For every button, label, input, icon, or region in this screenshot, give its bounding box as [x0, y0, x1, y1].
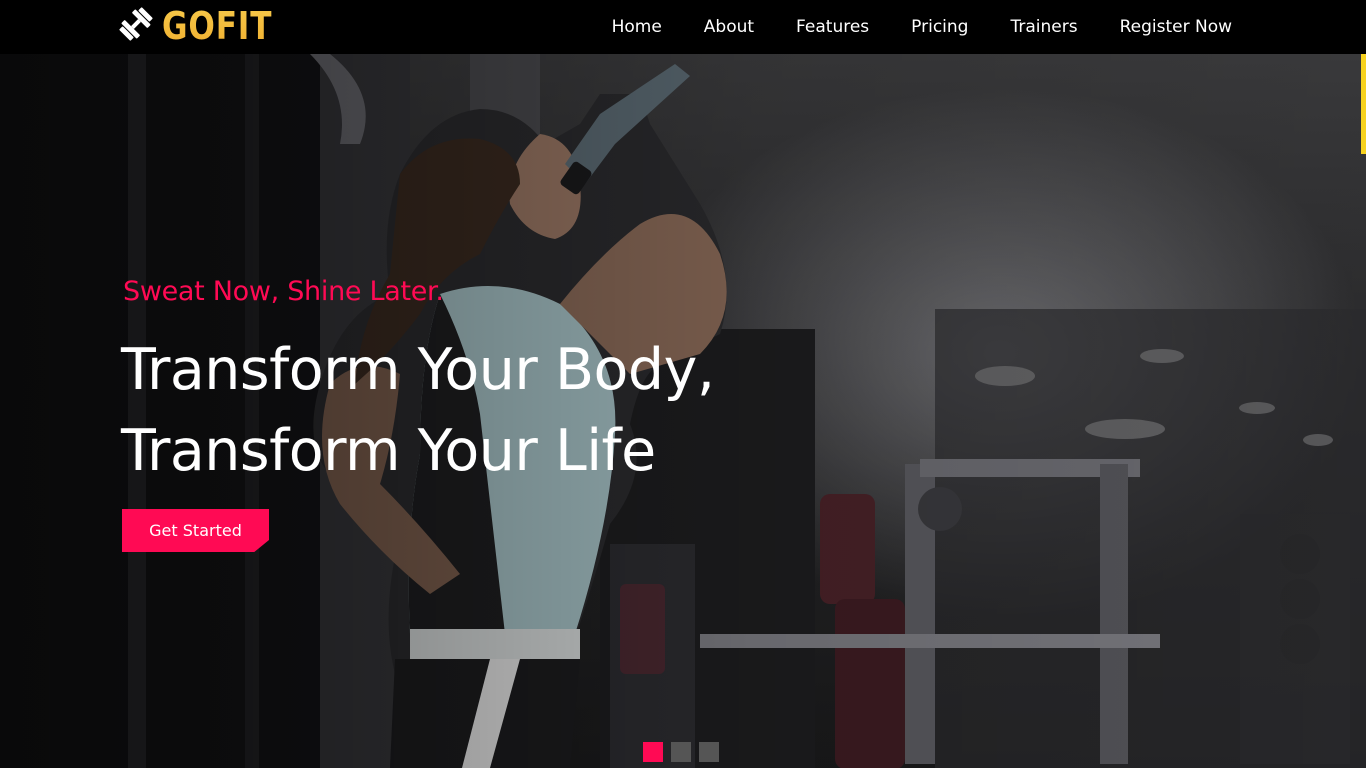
logo[interactable]: GOFIT — [116, 6, 297, 46]
nav-home[interactable]: Home — [612, 17, 662, 37]
scrollbar-accent — [1361, 54, 1366, 154]
hero-tagline: Sweat Now, Shine Later. — [123, 276, 444, 307]
nav-register-now[interactable]: Register Now — [1120, 17, 1232, 37]
nav-about[interactable]: About — [704, 17, 754, 37]
nav-trainers[interactable]: Trainers — [1010, 17, 1077, 37]
carousel-indicators — [643, 742, 719, 762]
carousel-indicator-1[interactable] — [643, 742, 663, 762]
navbar: GOFIT Home About Features Pricing Traine… — [0, 0, 1366, 54]
get-started-button[interactable]: Get Started — [122, 509, 269, 552]
hero-headline-line-1: Transform Your Body, — [121, 337, 715, 403]
nav-links: Home About Features Pricing Trainers Reg… — [612, 0, 1232, 54]
hero-headline: Transform Your Body, Transform Your Life — [121, 330, 715, 492]
carousel-indicator-2[interactable] — [671, 742, 691, 762]
logo-text: GOFIT — [162, 4, 273, 48]
nav-pricing[interactable]: Pricing — [911, 17, 968, 37]
carousel-indicator-3[interactable] — [699, 742, 719, 762]
nav-features[interactable]: Features — [796, 17, 869, 37]
hero-headline-line-2: Transform Your Life — [121, 418, 656, 484]
hero-slider: Sweat Now, Shine Later. Transform Your B… — [0, 54, 1366, 768]
dumbbell-icon — [116, 4, 156, 48]
